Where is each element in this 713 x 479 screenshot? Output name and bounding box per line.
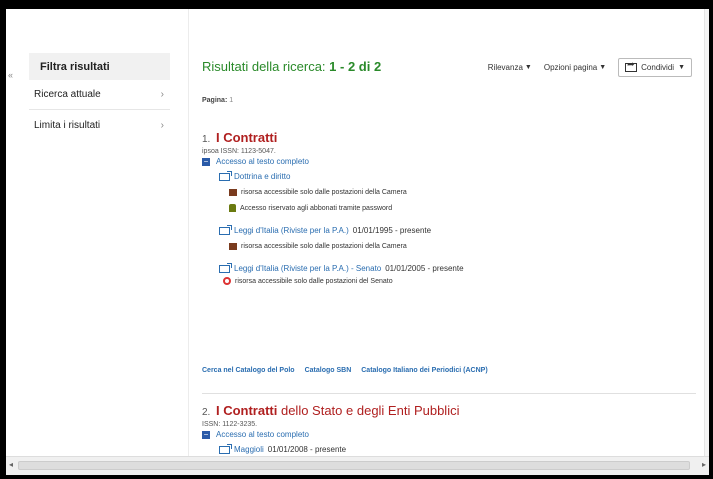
result-issn: ISSN: 1122-3235. bbox=[202, 421, 258, 428]
catalog-links: Cerca nel Catalogo del Polo Catalogo SBN… bbox=[202, 367, 488, 374]
filter-sidebar: Filtra risultati Ricerca attuale › Limit… bbox=[29, 53, 170, 140]
collapse-icon: − bbox=[202, 429, 210, 439]
pager-value[interactable]: 1 bbox=[229, 97, 233, 104]
chevron-right-icon: › bbox=[160, 119, 164, 131]
share-icon bbox=[625, 59, 638, 72]
external-link-icon bbox=[219, 224, 232, 235]
source-name: Leggi d'Italia (Riviste per la P.A.) - S… bbox=[234, 264, 382, 273]
source-name: Dottrina e diritto bbox=[234, 172, 291, 181]
result-title[interactable]: 1. I Contratti bbox=[202, 130, 698, 145]
result-item: 1. I Contratti ipsoa ISSN: 1123-5047. − … bbox=[202, 130, 698, 285]
column-divider bbox=[188, 9, 189, 457]
sidebar-item-label: Limita i risultati bbox=[34, 119, 101, 131]
result-title-highlight: I Contratti bbox=[215, 403, 278, 418]
source-name: Leggi d'Italia (Riviste per la P.A.) bbox=[234, 226, 349, 235]
sidebar-item-label: Ricerca attuale bbox=[34, 89, 101, 100]
note-text: risorsa accessibile solo dalle postazion… bbox=[235, 277, 393, 285]
result-title[interactable]: 2. I Contratti dello Stato e degli Enti … bbox=[202, 403, 698, 418]
access-note: risorsa accessibile solo dalle postazion… bbox=[223, 277, 698, 285]
catalog-acnp-link[interactable]: Catalogo Italiano dei Periodici (ACNP) bbox=[361, 367, 487, 374]
external-link-icon bbox=[219, 443, 232, 454]
access-note: risorsa accessibile solo dalle postazion… bbox=[229, 243, 698, 250]
result-number: 2. bbox=[202, 407, 211, 418]
page-options-dropdown[interactable]: Opzioni pagina ▼ bbox=[544, 63, 606, 72]
source-link[interactable]: Leggi d'Italia (Riviste per la P.A.) 01/… bbox=[219, 224, 698, 235]
senate-icon bbox=[223, 277, 231, 285]
result-divider bbox=[202, 393, 696, 394]
collapse-icon: − bbox=[202, 156, 210, 166]
vertical-scrollbar[interactable] bbox=[704, 9, 709, 457]
sort-dropdown[interactable]: Rilevanza ▼ bbox=[488, 63, 532, 72]
fulltext-access-toggle[interactable]: − Accesso al testo completo bbox=[202, 157, 698, 166]
horizontal-scrollbar[interactable]: ◂ ▸ bbox=[6, 456, 709, 475]
result-title-rest: dello Stato e degli Enti Pubblici bbox=[277, 403, 460, 418]
scroll-right-icon[interactable]: ▸ bbox=[702, 460, 706, 469]
result-issn: ipsoa ISSN: 1123-5047. bbox=[202, 148, 276, 155]
caret-down-icon: ▼ bbox=[524, 64, 532, 71]
browser-content: « Filtra risultati Ricerca attuale › Lim… bbox=[6, 9, 709, 475]
chevron-right-icon: › bbox=[160, 89, 164, 100]
source-link[interactable]: Dottrina e diritto bbox=[219, 170, 698, 181]
note-text: Accesso riservato agli abbonati tramite … bbox=[240, 204, 393, 212]
source-dates: 01/01/2008 - presente bbox=[267, 445, 347, 454]
scrollbar-thumb[interactable] bbox=[18, 461, 690, 470]
result-title-highlight: I Contratti bbox=[215, 130, 278, 145]
sidebar-item-limit-results[interactable]: Limita i risultati › bbox=[29, 110, 170, 140]
access-note: risorsa accessibile solo dalle postazion… bbox=[229, 189, 698, 196]
catalog-polo-link[interactable]: Cerca nel Catalogo del Polo bbox=[202, 367, 295, 374]
external-link-icon bbox=[219, 262, 232, 273]
fulltext-access-toggle[interactable]: − Accesso al testo completo bbox=[202, 430, 698, 439]
scroll-left-icon[interactable]: ◂ bbox=[9, 460, 13, 469]
sort-label: Rilevanza bbox=[487, 63, 523, 72]
caret-down-icon: ▼ bbox=[599, 64, 607, 71]
external-link-icon bbox=[219, 170, 232, 181]
caret-down-icon: ▼ bbox=[678, 64, 685, 71]
results-count: 1 - 2 di 2 bbox=[329, 59, 382, 74]
catalog-sbn-link[interactable]: Catalogo SBN bbox=[305, 367, 352, 374]
share-button[interactable]: Condividi ▼ bbox=[618, 58, 692, 77]
building-icon bbox=[229, 189, 237, 196]
source-dates: 01/01/2005 - presente bbox=[385, 264, 464, 273]
pager: Pagina: 1 bbox=[202, 97, 233, 104]
page-options-label: Opzioni pagina bbox=[543, 63, 598, 72]
building-icon bbox=[229, 243, 237, 250]
lock-icon bbox=[229, 204, 236, 212]
results-title-prefix: Risultati della ricerca: bbox=[202, 59, 326, 74]
result-item: 2. I Contratti dello Stato e degli Enti … bbox=[202, 403, 698, 454]
results-toolbar: Rilevanza ▼ Opzioni pagina ▼ Condividi ▼ bbox=[488, 58, 692, 77]
share-label: Condividi bbox=[641, 63, 675, 72]
page-title: Risultati della ricerca: 1 - 2 di 2 bbox=[202, 59, 381, 74]
access-label: Accesso al testo completo bbox=[216, 157, 309, 166]
source-link[interactable]: Leggi d'Italia (Riviste per la P.A.) - S… bbox=[219, 262, 698, 273]
collapse-sidebar-icon[interactable]: « bbox=[8, 70, 13, 80]
filter-header: Filtra risultati bbox=[29, 53, 170, 80]
note-text: risorsa accessibile solo dalle postazion… bbox=[241, 243, 407, 250]
source-dates: 01/01/1995 - presente bbox=[352, 226, 432, 235]
access-label: Accesso al testo completo bbox=[216, 430, 309, 439]
pager-label: Pagina: bbox=[202, 97, 228, 104]
access-note: Accesso riservato agli abbonati tramite … bbox=[229, 204, 698, 212]
sidebar-item-current-search[interactable]: Ricerca attuale › bbox=[29, 80, 170, 110]
note-text: risorsa accessibile solo dalle postazion… bbox=[241, 189, 407, 196]
source-name: Maggioli bbox=[234, 445, 264, 454]
result-number: 1. bbox=[202, 134, 211, 145]
source-link[interactable]: Maggioli 01/01/2008 - presente bbox=[219, 443, 698, 454]
